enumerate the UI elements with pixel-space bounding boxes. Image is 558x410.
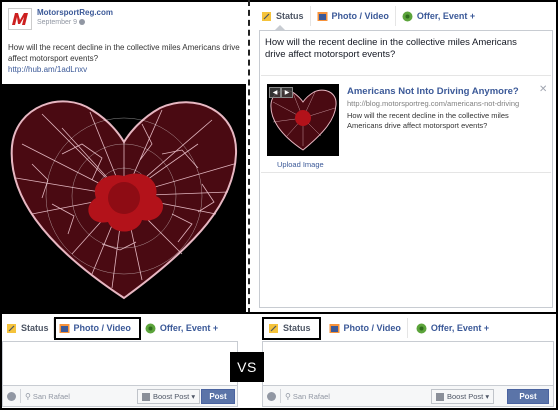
composer-footer: ⚲ San Rafael Boost Post ▾ Post xyxy=(262,385,554,407)
composer-top: Status Photo / Video Offer, Event + How … xyxy=(255,2,555,312)
boost-post-button[interactable]: Boost Post ▾ xyxy=(431,389,495,404)
composer-bottom-right: Status Photo / Video Offer, Event + ⚲ San… xyxy=(262,314,556,408)
camera-icon xyxy=(59,323,70,334)
page-name[interactable]: MotorsportReg.com xyxy=(37,8,113,17)
location-label: San Rafael xyxy=(32,391,70,401)
broken-heart-image[interactable] xyxy=(2,84,246,312)
tab-offer-event[interactable]: Offer, Event + xyxy=(141,316,222,340)
tab-status[interactable]: Status xyxy=(262,316,321,340)
tab-offer-event[interactable]: Offer, Event + xyxy=(408,316,495,340)
post-header: MotorsportReg.com September 9 xyxy=(8,8,113,30)
status-icon xyxy=(6,323,17,334)
post-button[interactable]: Post xyxy=(201,389,235,404)
boost-icon xyxy=(142,392,150,401)
preview-thumbnail[interactable]: ◀ ▶ xyxy=(267,84,339,156)
status-icon xyxy=(268,323,279,334)
composer-text-input[interactable]: How will the recent decline in the colle… xyxy=(265,37,535,61)
tab-photo-video[interactable]: Photo / Video xyxy=(321,316,407,340)
composer-tabs: Status Photo / Video Offer, Event + xyxy=(262,316,495,340)
offer-icon xyxy=(416,323,427,334)
tab-offer-event[interactable]: Offer, Event + xyxy=(396,4,481,28)
preview-url: http://blog.motorsportreg.com/americans-… xyxy=(347,99,520,108)
preview-description[interactable]: How will the recent decline in the colle… xyxy=(347,111,537,131)
camera-icon xyxy=(329,323,340,334)
post-date[interactable]: September 9 xyxy=(37,19,77,26)
post-text: How will the recent decline in the colle… xyxy=(8,43,240,63)
privacy-icon[interactable] xyxy=(7,391,16,401)
tab-photo-video[interactable]: Photo / Video xyxy=(311,4,395,28)
boost-icon xyxy=(436,392,444,401)
page-logo[interactable] xyxy=(8,8,32,30)
composer-bottom-left: Status Photo / Video Offer, Event + ⚲ San… xyxy=(2,314,262,408)
status-input[interactable] xyxy=(2,341,238,385)
composer-pane: How will the recent decline in the colle… xyxy=(259,25,553,308)
globe-icon xyxy=(79,19,86,25)
boost-post-button[interactable]: Boost Post ▾ xyxy=(137,389,201,404)
post-button[interactable]: Post xyxy=(507,389,549,404)
tab-status[interactable]: Status xyxy=(2,316,53,340)
divider-vertical xyxy=(248,0,250,314)
preview-title[interactable]: Americans Not Into Driving Anymore? xyxy=(347,86,519,97)
privacy-icon[interactable] xyxy=(267,391,276,401)
vs-label: VS xyxy=(230,352,264,382)
post-link[interactable]: http://hub.am/1adLnxv xyxy=(8,65,87,74)
previous-thumbnail-button[interactable]: ◀ xyxy=(269,87,281,98)
offer-icon xyxy=(402,11,413,22)
link-preview: ◀ ▶ Upload Image Americans Not Into Driv… xyxy=(261,75,551,173)
location-label: San Rafael xyxy=(292,391,330,401)
status-icon xyxy=(261,11,272,22)
camera-icon xyxy=(317,11,328,22)
location-pin-icon: ⚲ xyxy=(285,391,291,401)
close-icon[interactable]: ✕ xyxy=(539,84,547,95)
composer-footer: ⚲ San Rafael Boost Post ▾ Post xyxy=(2,385,238,407)
location-pin-icon: ⚲ xyxy=(25,391,31,401)
offer-icon xyxy=(145,323,156,334)
composer-tabs: Status Photo / Video Offer, Event + xyxy=(2,316,222,340)
upload-image-link[interactable]: Upload Image xyxy=(277,160,324,169)
published-post: MotorsportReg.com September 9 How will t… xyxy=(2,2,246,312)
tab-photo-video[interactable]: Photo / Video xyxy=(53,316,141,340)
status-input[interactable] xyxy=(262,341,554,385)
next-thumbnail-button[interactable]: ▶ xyxy=(281,87,293,98)
composer-tabs: Status Photo / Video Offer, Event + xyxy=(255,2,481,30)
